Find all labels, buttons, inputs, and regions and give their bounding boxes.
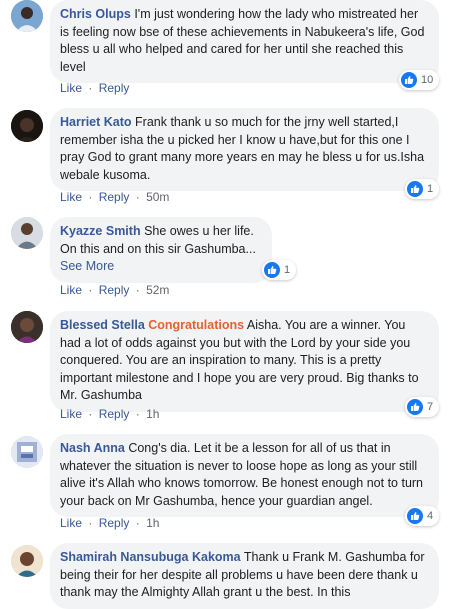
like-link[interactable]: Like <box>60 190 82 204</box>
reaction-count[interactable]: 1 <box>405 179 440 199</box>
separator: · <box>88 190 93 204</box>
comment-time[interactable]: 1h <box>146 516 159 530</box>
comment-bubble: Blessed Stella Congratulations Aisha. Yo… <box>50 311 439 412</box>
separator: · <box>135 190 140 204</box>
separator: · <box>88 81 93 95</box>
reaction-number: 10 <box>421 74 434 86</box>
comment-time[interactable]: 1h <box>146 407 159 421</box>
separator: · <box>88 407 93 421</box>
comment-bubble: Nash Anna Cong's dia. Let it be a lesson… <box>50 434 439 517</box>
reply-link[interactable]: Reply <box>99 81 130 95</box>
reply-link[interactable]: Reply <box>99 190 130 204</box>
reply-link[interactable]: Reply <box>99 516 130 530</box>
avatar[interactable] <box>11 110 43 142</box>
avatar[interactable] <box>11 311 43 343</box>
highlighted-word: Congratulations <box>148 318 245 332</box>
comment-actions: Like · Reply · 52m <box>60 283 169 297</box>
like-thumb-icon <box>401 72 417 88</box>
comment-author[interactable]: Shamirah Nansubuga Kakoma <box>60 550 241 564</box>
separator: · <box>88 283 93 297</box>
comment-author[interactable]: Harriet Kato <box>60 115 132 129</box>
see-more-link[interactable]: See More <box>60 259 114 273</box>
comment-author[interactable]: Chris Olups <box>60 7 131 21</box>
comment-actions: Like · Reply · 50m <box>60 190 169 204</box>
comment-actions: Like · Reply · 1h <box>60 516 159 530</box>
separator: · <box>88 516 93 530</box>
comment-bubble: Kyazze Smith She owes u her life. On thi… <box>50 217 272 283</box>
reply-link[interactable]: Reply <box>99 407 130 421</box>
reaction-number: 1 <box>427 183 434 195</box>
reply-link[interactable]: Reply <box>99 283 130 297</box>
reaction-number: 7 <box>427 401 434 413</box>
like-link[interactable]: Like <box>60 516 82 530</box>
comment-actions: Like · Reply <box>60 81 129 95</box>
comment-bubble: Shamirah Nansubuga Kakoma Thank u Frank … <box>50 543 439 609</box>
reaction-count[interactable]: 1 <box>262 260 297 280</box>
comment-author[interactable]: Nash Anna <box>60 441 125 455</box>
reaction-number: 4 <box>427 510 434 522</box>
like-thumb-icon <box>264 262 280 278</box>
separator: · <box>135 283 140 297</box>
reaction-count[interactable]: 10 <box>399 70 440 90</box>
separator: · <box>135 407 140 421</box>
comment-author[interactable]: Blessed Stella <box>60 318 145 332</box>
comment-bubble: Harriet Kato Frank thank u so much for t… <box>50 108 439 191</box>
separator: · <box>135 516 140 530</box>
comment-time[interactable]: 50m <box>146 190 169 204</box>
comment-actions: Like · Reply · 1h <box>60 407 159 421</box>
avatar[interactable] <box>11 217 43 249</box>
reaction-count[interactable]: 7 <box>405 397 440 417</box>
like-thumb-icon <box>407 508 423 524</box>
like-thumb-icon <box>407 181 423 197</box>
comment-time[interactable]: 52m <box>146 283 169 297</box>
like-link[interactable]: Like <box>60 81 82 95</box>
avatar[interactable] <box>11 545 43 577</box>
avatar[interactable] <box>11 436 43 468</box>
avatar[interactable] <box>11 0 43 32</box>
like-link[interactable]: Like <box>60 283 82 297</box>
comment-author[interactable]: Kyazze Smith <box>60 224 141 238</box>
reaction-count[interactable]: 4 <box>405 506 440 526</box>
comment-bubble: Chris Olups I'm just wondering how the l… <box>50 0 439 83</box>
reaction-number: 1 <box>284 264 291 276</box>
like-link[interactable]: Like <box>60 407 82 421</box>
like-thumb-icon <box>407 399 423 415</box>
